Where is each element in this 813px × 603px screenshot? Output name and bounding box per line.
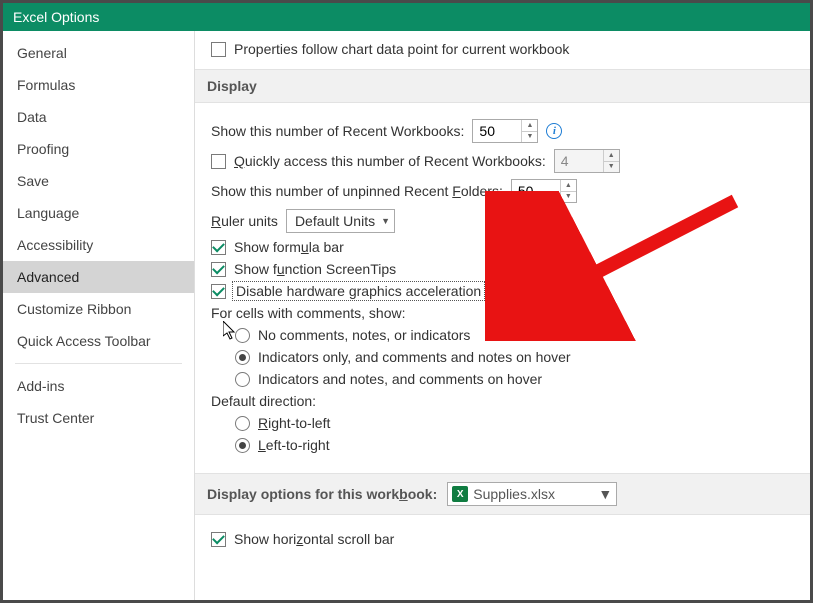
spin-buttons: ▲ ▼ xyxy=(560,180,576,202)
spin-down-icon: ▼ xyxy=(604,162,619,173)
disable-hw-accel-label: Disable hardware graphics acceleration xyxy=(234,283,483,299)
quick-access-spinbox: ▲ ▼ xyxy=(554,149,620,173)
props-follow-chart-label: Properties follow chart data point for c… xyxy=(234,41,569,57)
comments-radio-indicators-only[interactable] xyxy=(235,350,250,365)
window-title: Excel Options xyxy=(13,9,99,25)
options-window: Excel Options General Formulas Data Proo… xyxy=(0,0,813,603)
ruler-units-value: Default Units xyxy=(295,213,375,229)
quick-access-input xyxy=(555,150,603,172)
display-section-body: Show this number of Recent Workbooks: ▲ … xyxy=(195,103,810,473)
sidebar: General Formulas Data Proofing Save Lang… xyxy=(3,31,195,600)
spin-down-icon[interactable]: ▼ xyxy=(522,132,537,143)
sidebar-item-data[interactable]: Data xyxy=(3,101,194,133)
spin-buttons: ▲ ▼ xyxy=(603,150,619,172)
sidebar-item-formulas[interactable]: Formulas xyxy=(3,69,194,101)
chevron-down-icon: ▼ xyxy=(598,486,612,502)
sidebar-item-advanced[interactable]: Advanced xyxy=(3,261,194,293)
workbook-display-section-body: Show horizontal scroll bar xyxy=(195,515,810,567)
ruler-units-select[interactable]: Default Units ▼ xyxy=(286,209,395,233)
spin-buttons: ▲ ▼ xyxy=(521,120,537,142)
sidebar-separator xyxy=(15,363,182,364)
window-body: General Formulas Data Proofing Save Lang… xyxy=(3,31,810,600)
quick-access-label: Quickly access this number of Recent Wor… xyxy=(234,153,546,169)
recent-folders-label: Show this number of unpinned Recent Fold… xyxy=(211,183,503,199)
info-icon[interactable]: i xyxy=(546,123,562,139)
spin-up-icon[interactable]: ▲ xyxy=(522,120,537,132)
sidebar-item-language[interactable]: Language xyxy=(3,197,194,229)
show-screentips-checkbox[interactable] xyxy=(211,262,226,277)
direction-header-label: Default direction: xyxy=(211,393,316,409)
horizontal-scroll-checkbox[interactable] xyxy=(211,532,226,547)
ruler-label: Ruler units xyxy=(211,213,278,229)
spin-up-icon[interactable]: ▲ xyxy=(561,180,576,192)
display-section-header: Display xyxy=(195,69,810,103)
direction-radio-ltr-label: Left-to-right xyxy=(258,437,330,453)
direction-radio-rtl-label: Right-to-left xyxy=(258,415,330,431)
recent-folders-input[interactable] xyxy=(512,180,560,202)
sidebar-item-proofing[interactable]: Proofing xyxy=(3,133,194,165)
chevron-down-icon: ▼ xyxy=(381,216,390,226)
disable-hw-accel-checkbox[interactable] xyxy=(211,284,226,299)
sidebar-item-quick-access-toolbar[interactable]: Quick Access Toolbar xyxy=(3,325,194,357)
recent-folders-spinbox[interactable]: ▲ ▼ xyxy=(511,179,577,203)
comments-header-label: For cells with comments, show: xyxy=(211,305,406,321)
recent-workbooks-input[interactable] xyxy=(473,120,521,142)
show-screentips-label: Show function ScreenTips xyxy=(234,261,396,277)
recent-workbooks-spinbox[interactable]: ▲ ▼ xyxy=(472,119,538,143)
sidebar-item-general[interactable]: General xyxy=(3,37,194,69)
spin-up-icon: ▲ xyxy=(604,150,619,162)
workbook-select[interactable]: X Supplies.xlsx ▼ xyxy=(447,482,617,506)
direction-radio-ltr[interactable] xyxy=(235,438,250,453)
sidebar-item-trust-center[interactable]: Trust Center xyxy=(3,402,194,434)
workbook-name: Supplies.xlsx xyxy=(473,486,555,502)
sidebar-item-accessibility[interactable]: Accessibility xyxy=(3,229,194,261)
direction-radio-rtl[interactable] xyxy=(235,416,250,431)
sidebar-item-save[interactable]: Save xyxy=(3,165,194,197)
quick-access-checkbox[interactable] xyxy=(211,154,226,169)
recent-workbooks-label: Show this number of Recent Workbooks: xyxy=(211,123,464,139)
comments-radio-indicators-notes-label: Indicators and notes, and comments on ho… xyxy=(258,371,542,387)
workbook-display-section-header: Display options for this workbook: X Sup… xyxy=(195,473,810,515)
partial-top-row: Properties follow chart data point for c… xyxy=(195,31,810,69)
content-pane: Properties follow chart data point for c… xyxy=(195,31,810,600)
excel-file-icon: X xyxy=(452,486,468,502)
props-follow-chart-checkbox[interactable] xyxy=(211,42,226,57)
comments-radio-indicators-notes[interactable] xyxy=(235,372,250,387)
comments-radio-none[interactable] xyxy=(235,328,250,343)
workbook-display-header-label: Display options for this workbook: xyxy=(207,486,437,502)
show-formula-bar-checkbox[interactable] xyxy=(211,240,226,255)
comments-radio-none-label: No comments, notes, or indicators xyxy=(258,327,470,343)
sidebar-item-customize-ribbon[interactable]: Customize Ribbon xyxy=(3,293,194,325)
horizontal-scroll-label: Show horizontal scroll bar xyxy=(234,531,394,547)
sidebar-item-add-ins[interactable]: Add-ins xyxy=(3,370,194,402)
show-formula-bar-label: Show formula bar xyxy=(234,239,344,255)
titlebar: Excel Options xyxy=(3,3,810,31)
comments-radio-indicators-only-label: Indicators only, and comments and notes … xyxy=(258,349,571,365)
spin-down-icon[interactable]: ▼ xyxy=(561,192,576,203)
